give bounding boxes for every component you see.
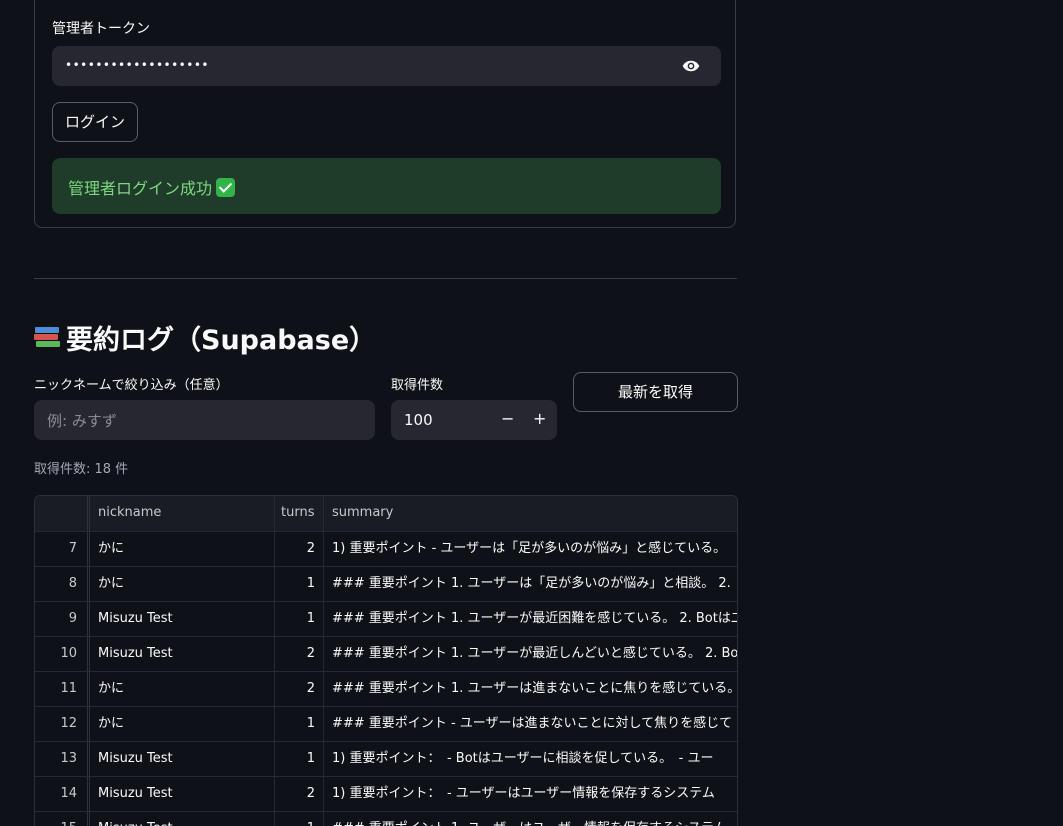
table-row[interactable]: 10 Misuzu Test 2 ### 重要ポイント 1. ユーザーが最近しんどいと… bbox=[35, 637, 737, 672]
row-turns[interactable]: 1 bbox=[275, 567, 324, 601]
table-row[interactable]: 9 Misuzu Test 1 ### 重要ポイント 1. ユーザーが最近困難を感じて… bbox=[35, 602, 737, 637]
token-input[interactable]: ••••••••••••••••••• bbox=[52, 46, 721, 86]
row-summary[interactable]: ### 重要ポイント 1. ユーザーが最近しんどいと感じている。 2. Bo bbox=[324, 637, 737, 671]
row-index[interactable]: 7 bbox=[35, 532, 90, 566]
eye-icon[interactable] bbox=[681, 57, 701, 75]
header-summary[interactable]: summary bbox=[324, 496, 737, 531]
row-index[interactable]: 10 bbox=[35, 637, 90, 671]
row-summary[interactable]: 1) 重要ポイント： - ユーザーはユーザー情報を保存するシステム bbox=[324, 777, 737, 811]
row-nickname[interactable]: Misuzu Test bbox=[90, 742, 275, 776]
row-index[interactable]: 15 bbox=[35, 812, 90, 826]
row-index[interactable]: 11 bbox=[35, 672, 90, 706]
token-label: 管理者トークン bbox=[52, 21, 150, 37]
row-summary[interactable]: ### 重要ポイント 1. ユーザーが最近困難を感じている。 2. Botは二 bbox=[324, 602, 737, 636]
row-turns[interactable]: 1 bbox=[275, 707, 324, 741]
row-turns[interactable]: 2 bbox=[275, 777, 324, 811]
table-row[interactable]: 13 Misuzu Test 1 1) 重要ポイント： - Botはユーザーに相談を促… bbox=[35, 742, 737, 777]
row-summary[interactable]: ### 重要ポイント 1. ユーザーはユーザー情報を保存するシステム bbox=[324, 812, 737, 826]
increment-button[interactable]: + bbox=[533, 409, 546, 428]
nickname-filter-input[interactable]: 例: みすず bbox=[34, 400, 375, 440]
row-index[interactable]: 14 bbox=[35, 777, 90, 811]
success-message: 管理者ログイン成功 bbox=[68, 179, 213, 198]
table-row[interactable]: 8 かに 1 ### 重要ポイント 1. ユーザーは「足が多いのが悩み」と相談。 2. bbox=[35, 567, 737, 602]
row-nickname[interactable]: Misuzu Test bbox=[90, 777, 275, 811]
page: 管理者トークン ••••••••••••••••••• ログイン 管理者ログイン… bbox=[0, 0, 1063, 826]
section-title: 要約ログ（Supabase） bbox=[66, 325, 377, 356]
divider bbox=[34, 278, 737, 279]
filter-placeholder: 例: みすず bbox=[47, 412, 117, 430]
summary-table[interactable]: nickname turns summary 7 かに 2 1) 重要ポイント - ユ… bbox=[34, 495, 738, 826]
header-turns[interactable]: turns bbox=[275, 496, 324, 531]
success-alert: 管理者ログイン成功 bbox=[52, 158, 721, 214]
header-index[interactable] bbox=[35, 496, 90, 531]
row-summary[interactable]: 1) 重要ポイント - ユーザーは「足が多いのが悩み」と感じている。 bbox=[324, 532, 737, 566]
section-heading: 要約ログ（Supabase） bbox=[34, 318, 376, 357]
filter-label: ニックネームで絞り込み（任意） bbox=[34, 378, 229, 393]
row-turns[interactable]: 2 bbox=[275, 637, 324, 671]
table-header: nickname turns summary bbox=[35, 496, 737, 532]
result-count: 取得件数: 18 件 bbox=[34, 462, 129, 477]
row-nickname[interactable]: かに bbox=[90, 532, 275, 566]
row-summary[interactable]: ### 重要ポイント 1. ユーザーは「足が多いのが悩み」と相談。 2. bbox=[324, 567, 737, 601]
table-row[interactable]: 7 かに 2 1) 重要ポイント - ユーザーは「足が多いのが悩み」と感じている。 bbox=[35, 532, 737, 567]
row-summary[interactable]: 1) 重要ポイント： - Botはユーザーに相談を促している。 - ユー bbox=[324, 742, 737, 776]
count-label: 取得件数 bbox=[391, 378, 444, 393]
login-form: 管理者トークン ••••••••••••••••••• ログイン 管理者ログイン… bbox=[34, 0, 736, 228]
check-icon bbox=[216, 178, 236, 197]
row-turns[interactable]: 1 bbox=[275, 812, 324, 826]
table-row[interactable]: 11 かに 2 ### 重要ポイント 1. ユーザーは進まないことに焦りを感じている。 bbox=[35, 672, 737, 707]
row-index[interactable]: 13 bbox=[35, 742, 90, 776]
fetch-latest-button[interactable]: 最新を取得 bbox=[573, 372, 738, 412]
row-turns[interactable]: 2 bbox=[275, 672, 324, 706]
login-button[interactable]: ログイン bbox=[52, 102, 139, 142]
count-stepper[interactable]: 100 − + bbox=[391, 400, 557, 440]
row-nickname[interactable]: かに bbox=[90, 567, 275, 601]
row-summary[interactable]: ### 重要ポイント - ユーザーは進まないことに対して焦りを感じて bbox=[324, 707, 737, 741]
row-turns[interactable]: 1 bbox=[275, 742, 324, 776]
row-nickname[interactable]: Misuzu Test bbox=[90, 637, 275, 671]
books-icon bbox=[34, 325, 60, 351]
count-value[interactable]: 100 bbox=[404, 411, 433, 429]
decrement-button[interactable]: − bbox=[501, 409, 514, 428]
token-value: ••••••••••••••••••• bbox=[65, 58, 209, 72]
table-row[interactable]: 15Misuzu Test1### 重要ポイント 1. ユーザーはユーザー情報を… bbox=[35, 812, 737, 826]
row-index[interactable]: 9 bbox=[35, 602, 90, 636]
table-row[interactable]: 14 Misuzu Test 2 1) 重要ポイント： - ユーザーはユーザー情報を保… bbox=[35, 777, 737, 812]
table-row[interactable]: 12 かに 1 ### 重要ポイント - ユーザーは進まないことに対して焦りを感じて bbox=[35, 707, 737, 742]
row-summary[interactable]: ### 重要ポイント 1. ユーザーは進まないことに焦りを感じている。 bbox=[324, 672, 737, 706]
row-nickname[interactable]: Misuzu Test bbox=[90, 602, 275, 636]
row-nickname[interactable]: Misuzu Test bbox=[90, 812, 275, 826]
header-nickname[interactable]: nickname bbox=[90, 496, 275, 531]
row-turns[interactable]: 1 bbox=[275, 602, 324, 636]
row-index[interactable]: 8 bbox=[35, 567, 90, 601]
row-index[interactable]: 12 bbox=[35, 707, 90, 741]
row-nickname[interactable]: かに bbox=[90, 707, 275, 741]
row-turns[interactable]: 2 bbox=[275, 532, 324, 566]
row-nickname[interactable]: かに bbox=[90, 672, 275, 706]
